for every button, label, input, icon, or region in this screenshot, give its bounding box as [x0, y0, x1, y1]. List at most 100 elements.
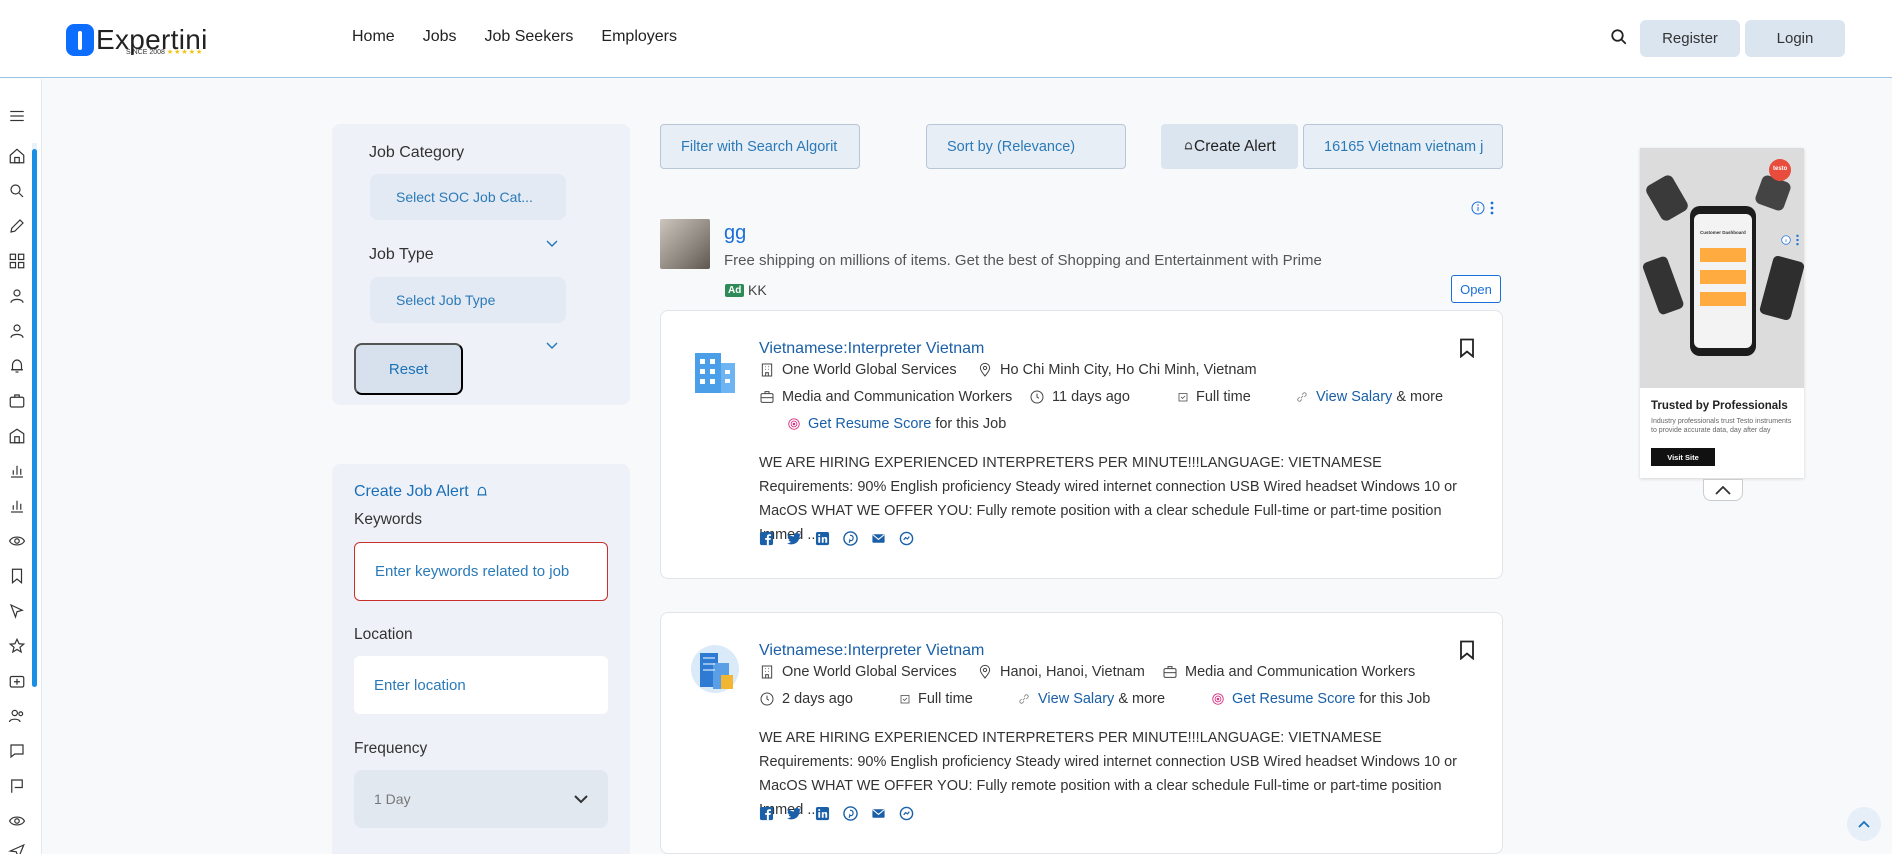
star-icon[interactable] [8, 637, 26, 655]
location-input[interactable]: Enter location [354, 656, 608, 714]
create-alert-button[interactable]: Create Alert [1161, 124, 1298, 169]
job-category: Media and Communication Workers [759, 389, 1012, 405]
building-logo-icon [691, 645, 739, 693]
ad-thumbnail[interactable] [660, 219, 710, 269]
sidebar-scroll-thumb[interactable] [32, 149, 37, 687]
chart-icon[interactable] [8, 462, 26, 480]
job-category: Media and Communication Workers [1162, 664, 1415, 680]
nav-jobs[interactable]: Jobs [423, 28, 457, 46]
side-ad-image: testo Customer Dashboard [1640, 148, 1804, 388]
location-pin-icon [979, 664, 991, 679]
search-icon[interactable] [8, 182, 26, 200]
cursor-icon[interactable] [8, 602, 26, 620]
messenger-icon[interactable] [899, 806, 914, 821]
chevron-down-icon [546, 342, 558, 350]
linkedin-icon[interactable] [815, 806, 830, 821]
frequency-label: Frequency [354, 740, 428, 757]
eye-icon[interactable] [8, 532, 26, 550]
building-logo-icon [695, 353, 735, 393]
twitter-icon[interactable] [787, 806, 802, 821]
chart-icon[interactable] [8, 497, 26, 515]
location-label: Location [354, 626, 413, 643]
target-icon [1212, 693, 1224, 705]
ad-title[interactable]: gg [724, 222, 746, 245]
expertini-logo[interactable]: Expertini SINCE 2008 ★★★★★ [66, 20, 208, 60]
job-card: Vietnamese:Interpreter Vietnam One World… [660, 612, 1503, 854]
ad-source: KK [748, 282, 767, 298]
chat-icon[interactable] [8, 742, 26, 760]
chevron-down-icon [546, 240, 558, 248]
job-category-select[interactable]: Select SOC Job Cat... [370, 174, 566, 220]
resume-score-link[interactable]: Get Resume Score for this Job [1211, 691, 1430, 707]
building-icon[interactable] [8, 427, 26, 445]
scroll-to-top-button[interactable] [1847, 807, 1881, 841]
briefcase-icon [760, 391, 774, 403]
email-icon[interactable] [871, 806, 886, 821]
calendar-check-icon [1178, 393, 1188, 402]
ad-open-button[interactable]: Open [1451, 275, 1501, 303]
frequency-select[interactable]: 1 Day [354, 770, 608, 828]
search-icon[interactable] [1610, 28, 1630, 48]
pinterest-icon[interactable] [843, 531, 858, 546]
info-icon[interactable] [1471, 201, 1485, 215]
job-type-select[interactable]: Select Job Type [370, 277, 566, 323]
clock-icon [760, 692, 774, 706]
facebook-icon[interactable] [759, 531, 774, 546]
pencil-icon[interactable] [8, 217, 26, 235]
flag-icon[interactable] [8, 777, 26, 795]
target-icon [788, 418, 800, 430]
register-button[interactable]: Register [1640, 20, 1740, 57]
filter-search-algorithm-button[interactable]: Filter with Search Algorit [660, 124, 860, 169]
facebook-icon[interactable] [759, 806, 774, 821]
job-location: Hanoi, Hanoi, Vietnam [977, 664, 1145, 680]
badge-icon[interactable] [8, 672, 26, 690]
send-icon[interactable] [8, 842, 26, 854]
pinterest-icon[interactable] [843, 806, 858, 821]
sort-select[interactable]: Sort by (Relevance) [926, 124, 1126, 169]
eye-icon[interactable] [8, 812, 26, 830]
job-type-label: Job Type [369, 246, 434, 263]
reset-button[interactable]: Reset [354, 343, 463, 395]
home-icon[interactable] [8, 147, 26, 165]
job-alert-panel: Create Job Alert Keywords Enter keywords… [332, 464, 630, 854]
resume-score-link[interactable]: Get Resume Score for this Job [787, 416, 1006, 432]
kebab-menu-icon[interactable] [1795, 234, 1800, 246]
users-icon[interactable] [8, 707, 26, 725]
ad-badge: Ad [725, 284, 745, 297]
clock-icon [1030, 390, 1044, 404]
user-icon[interactable] [8, 322, 26, 340]
job-title-link[interactable]: Vietnamese:Interpreter Vietnam [759, 340, 984, 358]
keywords-input[interactable]: Enter keywords related to job [354, 542, 608, 601]
bell-icon[interactable] [8, 357, 26, 375]
create-job-alert-title[interactable]: Create Job Alert [354, 483, 489, 501]
briefcase-icon[interactable] [8, 392, 26, 410]
side-ad-visit-button[interactable]: Visit Site [1651, 448, 1715, 466]
side-ad-collapse-button[interactable] [1703, 479, 1743, 501]
view-salary-link[interactable]: View Salary & more [1017, 691, 1165, 707]
info-icon[interactable] [1781, 235, 1791, 245]
nav-job-seekers[interactable]: Job Seekers [484, 28, 573, 46]
chevron-up-icon [1858, 820, 1870, 828]
twitter-icon[interactable] [787, 531, 802, 546]
kebab-menu-icon[interactable] [1489, 201, 1495, 215]
side-ad-text: Industry professionals trust Testo instr… [1651, 418, 1792, 434]
email-icon[interactable] [871, 531, 886, 546]
job-title-link[interactable]: Vietnamese:Interpreter Vietnam [759, 642, 984, 660]
nav-employers[interactable]: Employers [601, 28, 677, 46]
nav-home[interactable]: Home [352, 28, 395, 46]
job-count-field[interactable]: 16165 Vietnam vietnam j [1303, 124, 1503, 169]
menu-icon[interactable] [8, 107, 26, 125]
bookmark-icon[interactable] [1459, 640, 1475, 660]
login-button[interactable]: Login [1745, 20, 1845, 57]
linkedin-icon[interactable] [815, 531, 830, 546]
bookmark-icon[interactable] [1459, 338, 1475, 358]
company-building-icon [761, 363, 773, 377]
logo-mark-icon [66, 24, 94, 56]
user-icon[interactable] [8, 287, 26, 305]
side-ad-banner[interactable]: testo Customer Dashboard Trusted by Prof… [1640, 148, 1804, 478]
view-salary-link[interactable]: View Salary & more [1295, 389, 1443, 405]
create-alert-label: Create Alert [1194, 137, 1276, 155]
grid-icon[interactable] [8, 252, 26, 270]
messenger-icon[interactable] [899, 531, 914, 546]
bookmark-icon[interactable] [8, 567, 26, 585]
